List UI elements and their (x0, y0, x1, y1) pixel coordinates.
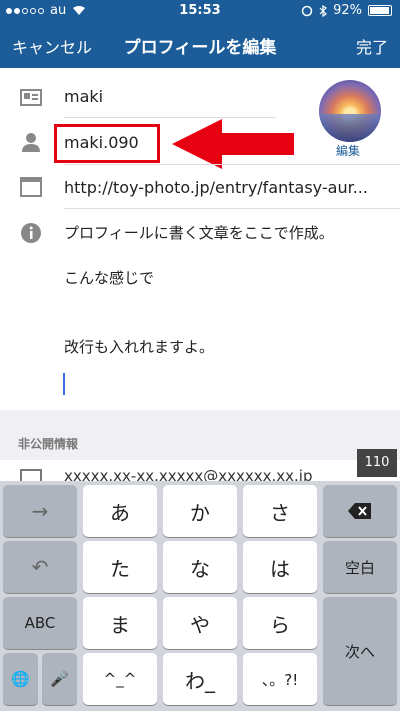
name-field[interactable]: maki (64, 87, 103, 106)
page-title: プロフィールを編集 (123, 38, 277, 58)
bio-line: こんな感じで (64, 269, 155, 287)
divider (64, 117, 276, 118)
bio-textarea[interactable]: プロフィールに書く文章をここで作成。 こんな感じで 改行も入れれますよ。 (64, 221, 374, 380)
bio-line: プロフィールに書く文章をここで作成。 (64, 224, 334, 242)
divider (64, 164, 400, 165)
mail-icon (20, 469, 42, 481)
delete-icon (348, 503, 371, 519)
website-field[interactable]: http://toy-photo.jp/entry/fantasy-aur... (64, 178, 368, 197)
divider (64, 208, 400, 209)
key-a[interactable]: あ (83, 485, 157, 537)
info-icon (21, 223, 41, 243)
key-dakuten[interactable]: ^_^ (83, 653, 157, 705)
private-info-header: 非公開情報 (18, 437, 79, 451)
avatar-edit-link[interactable]: 編集 (336, 142, 360, 159)
avatar[interactable] (319, 80, 381, 142)
microphone-icon[interactable]: 🎤 (42, 653, 77, 705)
user-icon (22, 133, 40, 152)
done-button[interactable]: 完了 (356, 34, 388, 58)
key-ha[interactable]: は (243, 541, 317, 593)
battery-icon (368, 5, 392, 16)
key-ma[interactable]: ま (83, 597, 157, 649)
key-next[interactable]: 次へ (323, 597, 397, 705)
globe-icon[interactable]: 🌐 (3, 653, 38, 705)
username-highlight-box (54, 124, 160, 163)
bluetooth-icon (319, 4, 328, 17)
battery-percent: 92% (333, 3, 362, 18)
keyboard: → あ か さ ↶ た な は 空白 ABC ま や ら 次へ 🌐 🎤 ^_^ … (0, 481, 400, 711)
key-delete[interactable] (323, 485, 397, 537)
key-ka[interactable]: か (163, 485, 237, 537)
key-punctuation[interactable]: 、。?! (243, 653, 317, 705)
key-next-arrow[interactable]: → (3, 485, 77, 537)
id-card-icon (20, 89, 42, 106)
character-counter: 110 (357, 449, 397, 477)
red-arrow-icon (172, 119, 294, 169)
key-undo[interactable]: ↶ (3, 541, 77, 593)
key-sa[interactable]: さ (243, 485, 317, 537)
key-ta[interactable]: た (83, 541, 157, 593)
key-abc[interactable]: ABC (3, 597, 77, 649)
email-field[interactable]: xxxxx.xx-xx.xxxxx@xxxxxx.xx.jp (64, 467, 312, 481)
nav-bar: キャンセル プロフィールを編集 完了 (0, 22, 400, 68)
key-ra[interactable]: ら (243, 597, 317, 649)
alarm-icon (301, 5, 313, 16)
status-bar: au 15:53 92% (0, 0, 400, 22)
key-space[interactable]: 空白 (323, 541, 397, 593)
email-row[interactable]: xxxxx.xx-xx.xxxxx@xxxxxx.xx.jp (0, 460, 400, 481)
text-caret (63, 373, 65, 395)
key-wa[interactable]: わ_ (163, 653, 237, 705)
bio-line: 改行も入れれますよ。 (64, 338, 215, 356)
browser-window-icon (20, 177, 42, 197)
key-na[interactable]: な (163, 541, 237, 593)
key-ya[interactable]: や (163, 597, 237, 649)
